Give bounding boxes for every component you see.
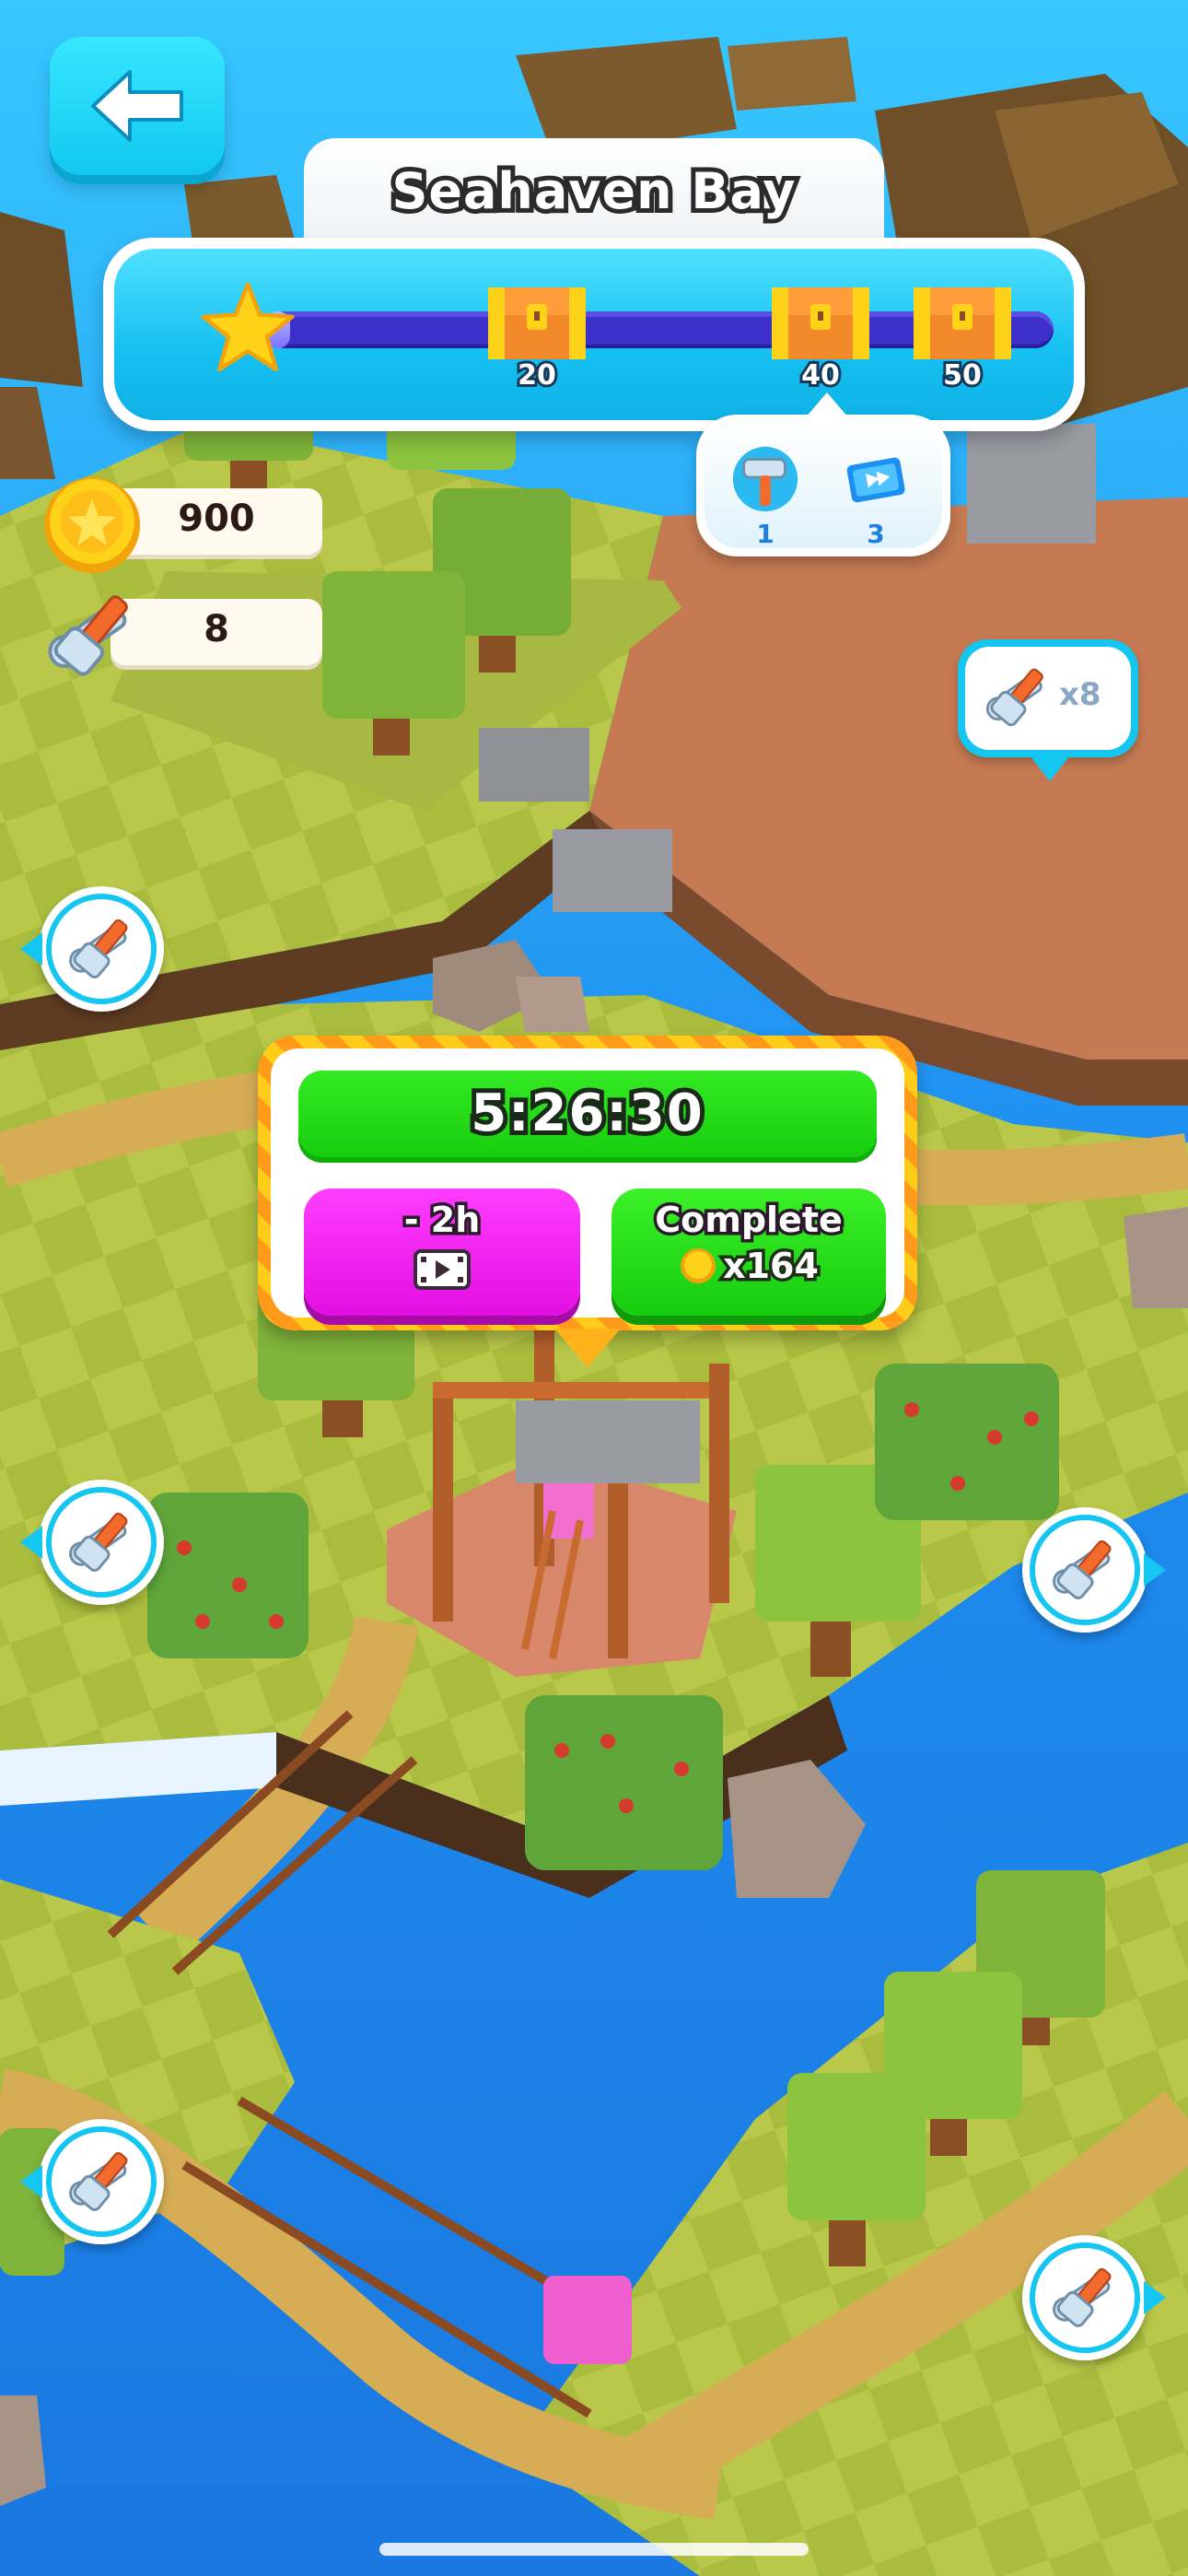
tools-icon [1053,2267,1112,2327]
map-pin-tools[interactable] [1022,1507,1166,1633]
pink-character [543,2276,632,2364]
area-progress-panel: 20 40 50 [103,238,1085,431]
milestone-chest-50[interactable]: 50 [908,280,1017,418]
complete-now-button[interactable]: Complete x164 [611,1188,886,1316]
arrow-left-icon [91,70,183,142]
tools-icon [1053,1540,1112,1599]
tools-reward-bubble[interactable]: x8 [958,639,1138,781]
map-pin-tools[interactable] [20,1480,164,1605]
milestone-label: 50 [940,357,984,394]
map-pin-tools[interactable] [20,2119,164,2244]
tools-reward-count: x8 [1059,676,1101,713]
treasure-chest-icon [488,287,586,359]
video-icon [413,1249,471,1290]
tools-icon [69,919,128,978]
complete-label: Complete [652,1197,846,1244]
tools-icon [69,1512,128,1572]
tools-icon [48,595,128,676]
coin-icon [44,477,140,573]
back-button[interactable] [50,37,225,175]
area-title: Seahaven Bay [387,158,799,225]
construction-popup-inner: 5:26:30 - 2h Complete x164 [271,1048,904,1317]
star-icon [201,282,295,372]
milestone-label: 40 [798,357,843,394]
skip-ticket-icon [846,457,905,503]
complete-cost-value: x164 [720,1243,822,1290]
reward-count: 1 [756,519,775,549]
tools-icon [985,668,1043,727]
reward-count: 3 [867,519,885,549]
construction-timer-text: 5:26:30 [466,1079,707,1148]
speedup-video-button[interactable]: - 2h [304,1188,580,1316]
reward-skip-ticket: 3 [839,443,913,549]
progress-panel-inner: 20 40 50 [114,249,1074,420]
construction-timer: 5:26:30 [298,1071,877,1163]
tooltip-inner: 1 3 [705,423,942,549]
area-title-tab: Seahaven Bay [304,138,884,253]
milestone-label: 20 [515,357,559,394]
reward-hammer: 1 [728,443,802,549]
home-indicator[interactable] [379,2543,809,2556]
coin-icon [681,1248,716,1283]
speedup-label: - 2h [401,1197,483,1244]
tools-icon [69,2151,128,2211]
milestone-chest-20[interactable]: 20 [483,280,591,418]
map-pin-tools[interactable] [20,886,164,1012]
map-pin-tools[interactable] [1022,2235,1166,2360]
complete-cost: x164 [611,1243,886,1290]
milestone-reward-tooltip: 1 3 [696,392,950,556]
treasure-chest-icon [772,287,869,359]
treasure-chest-icon [914,287,1011,359]
hammer-icon [732,446,798,512]
construction-popup: 5:26:30 - 2h Complete x164 [258,1036,917,1367]
